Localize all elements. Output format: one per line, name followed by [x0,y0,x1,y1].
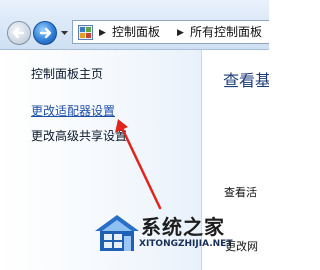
watermark-logo-icon [95,215,139,251]
control-panel-window: ▶ 控制面板 ▶ 所有控制面板 控制面板主页 更改适配器设置 更改高级共享设置 … [0,0,269,270]
watermark-title: 系统之家 [141,215,225,239]
watermark-url: XITONGZHIJIA.NET [139,239,233,249]
